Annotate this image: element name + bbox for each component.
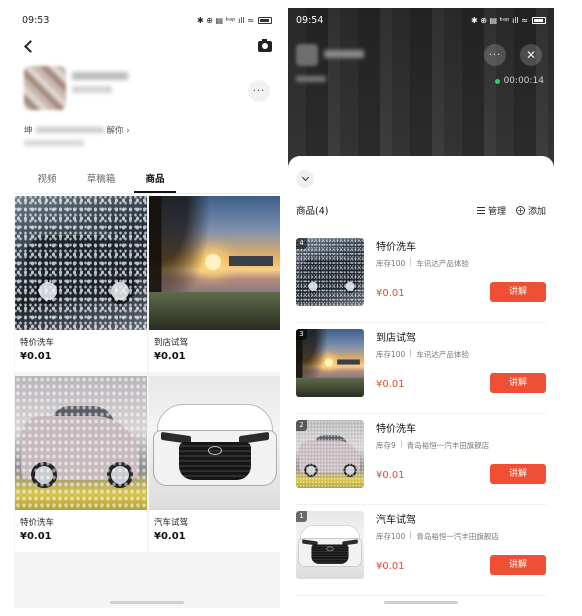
product-meta: 库存100 车讯达产品体验	[376, 258, 469, 268]
profile-header: ··· 坤 解你 ›	[14, 60, 280, 160]
product-price: ¥0.01	[20, 351, 52, 362]
product-thumbnail: 3	[296, 329, 364, 397]
product-price: ¥0.01	[154, 351, 186, 362]
product-thumbnail: 4	[296, 238, 364, 306]
product-card[interactable]: 特价洗车 ¥0.01	[15, 196, 147, 372]
home-indicator[interactable]	[384, 601, 458, 604]
product-meta: 库存100 青岛裕恒一汽丰田旗舰店	[376, 531, 499, 541]
plus-circle-icon: +	[515, 205, 525, 215]
explain-button[interactable]: 讲解	[490, 464, 546, 484]
avatar[interactable]	[24, 66, 66, 110]
list-item[interactable]: 1 汽车试驾 库存100 青岛裕恒一汽丰田旗舰店 ¥0.01 讲解	[296, 505, 546, 596]
product-index: 3	[296, 329, 307, 340]
camera-icon[interactable]	[258, 38, 272, 52]
status-time: 09:54	[296, 14, 324, 26]
manage-button[interactable]: 管理	[476, 204, 506, 217]
explain-button[interactable]: 讲解	[490, 282, 546, 302]
host-avatar[interactable]	[296, 44, 318, 66]
username-blurred	[72, 72, 128, 80]
list-icon	[476, 206, 485, 214]
product-image-car-wash-garage	[15, 376, 147, 510]
status-icons: ✱ ⊕ ▤ ᵇᵃᵖ ıll ≈	[197, 16, 272, 25]
status-icons: ✱ ⊕ ▤ ᵇᵃᵖ ıll ≈	[471, 16, 546, 25]
tab-products[interactable]: 商品	[128, 170, 182, 193]
list-item[interactable]: 4 特价洗车 库存100 车讯达产品体验 ¥0.01 讲解	[296, 232, 546, 323]
top-nav	[14, 32, 280, 60]
product-name: 特价洗车	[376, 242, 416, 253]
status-bar: 09:53 ✱ ⊕ ▤ ᵇᵃᵖ ıll ≈	[14, 8, 280, 32]
product-card[interactable]: 汽车试驾 ¥0.01	[149, 376, 280, 552]
status-bar: 09:54 ✱ ⊕ ▤ ᵇᵃᵖ ıll ≈	[288, 8, 554, 32]
chevron-down-icon	[301, 173, 309, 182]
list-item[interactable]: 2 特价洗车 库存9 青岛裕恒一汽丰田旗舰店 ¥0.01 讲解	[296, 414, 546, 505]
bio-blurred	[35, 127, 104, 133]
product-grid: 特价洗车 ¥0.01 到店试驾 ¥0.01 特价洗车 ¥0.01 汽车试驾 ¥0…	[14, 196, 280, 608]
product-title: 到店试驾	[154, 338, 189, 348]
product-price: ¥0.01	[376, 379, 405, 390]
tab-videos[interactable]: 视频	[20, 170, 74, 193]
profile-screen: 09:53 ✱ ⊕ ▤ ᵇᵃᵖ ıll ≈ ··· 坤 解你 › 视频 草稿箱 …	[14, 8, 280, 608]
product-image-car-wash	[15, 196, 147, 330]
product-image-sunset	[149, 196, 280, 330]
more-icon[interactable]: ···	[484, 44, 506, 66]
product-name: 到店试驾	[376, 333, 416, 344]
product-thumbnail: 2	[296, 420, 364, 488]
sheet-title: 商品(4)	[296, 206, 329, 217]
product-name: 特价洗车	[376, 424, 416, 435]
battery-icon	[532, 16, 546, 24]
live-dot-icon	[494, 78, 500, 84]
product-meta: 库存100 车讯达产品体验	[376, 349, 469, 359]
explain-button[interactable]: 讲解	[490, 373, 546, 393]
bio-line2-blurred	[24, 140, 84, 146]
product-title: 汽车试驾	[154, 518, 189, 528]
live-header: ··· ✕ 00:00:14	[288, 38, 554, 98]
product-title: 特价洗车	[20, 338, 55, 348]
sheet-header: 商品(4) 管理 + 添加	[296, 202, 546, 218]
collapse-button[interactable]	[296, 170, 314, 188]
product-title: 特价洗车	[20, 518, 55, 528]
product-meta: 库存9 青岛裕恒一汽丰田旗舰店	[376, 440, 490, 450]
product-image-toyota	[149, 376, 280, 510]
product-card[interactable]: 到店试驾 ¥0.01	[149, 196, 280, 372]
explain-button[interactable]: 讲解	[490, 555, 546, 575]
product-thumbnail: 1	[296, 511, 364, 579]
product-sheet: 商品(4) 管理 + 添加 4 特价洗车 库存100 车讯达产品体验 ¥0.01…	[288, 156, 554, 608]
product-name: 汽车试驾	[376, 515, 416, 526]
product-price: ¥0.01	[376, 561, 405, 572]
product-card[interactable]: 特价洗车 ¥0.01	[15, 376, 147, 552]
status-time: 09:53	[22, 14, 50, 26]
product-price: ¥0.01	[376, 288, 405, 299]
product-list: 4 特价洗车 库存100 车讯达产品体验 ¥0.01 讲解 3 到店试驾 库存1…	[296, 232, 546, 596]
battery-icon	[258, 16, 272, 24]
product-price: ¥0.01	[376, 470, 405, 481]
live-room-screen: 09:54 ✱ ⊕ ▤ ᵇᵃᵖ ıll ≈ ··· ✕ 00:00:14 商品(…	[288, 8, 554, 608]
product-index: 2	[296, 420, 307, 431]
host-sub-blurred	[296, 76, 326, 82]
product-price: ¥0.01	[20, 531, 52, 542]
host-name-blurred	[324, 50, 364, 58]
list-item[interactable]: 3 到店试驾 库存100 车讯达产品体验 ¥0.01 讲解	[296, 323, 546, 414]
more-icon[interactable]: ···	[248, 80, 270, 102]
product-price: ¥0.01	[154, 531, 186, 542]
user-id-blurred	[72, 86, 112, 93]
live-timer: 00:00:14	[494, 76, 544, 86]
back-chevron-icon[interactable]	[24, 39, 37, 53]
tab-drafts[interactable]: 草稿箱	[74, 170, 128, 193]
add-button[interactable]: + 添加	[515, 204, 546, 217]
home-indicator[interactable]	[110, 601, 184, 604]
bio[interactable]: 坤 解你 ›	[24, 124, 130, 136]
close-icon[interactable]: ✕	[520, 44, 542, 66]
product-index: 4	[296, 238, 307, 249]
profile-tabs: 视频 草稿箱 商品	[14, 170, 280, 194]
sheet-actions: 管理 + 添加	[476, 204, 546, 217]
product-index: 1	[296, 511, 307, 522]
